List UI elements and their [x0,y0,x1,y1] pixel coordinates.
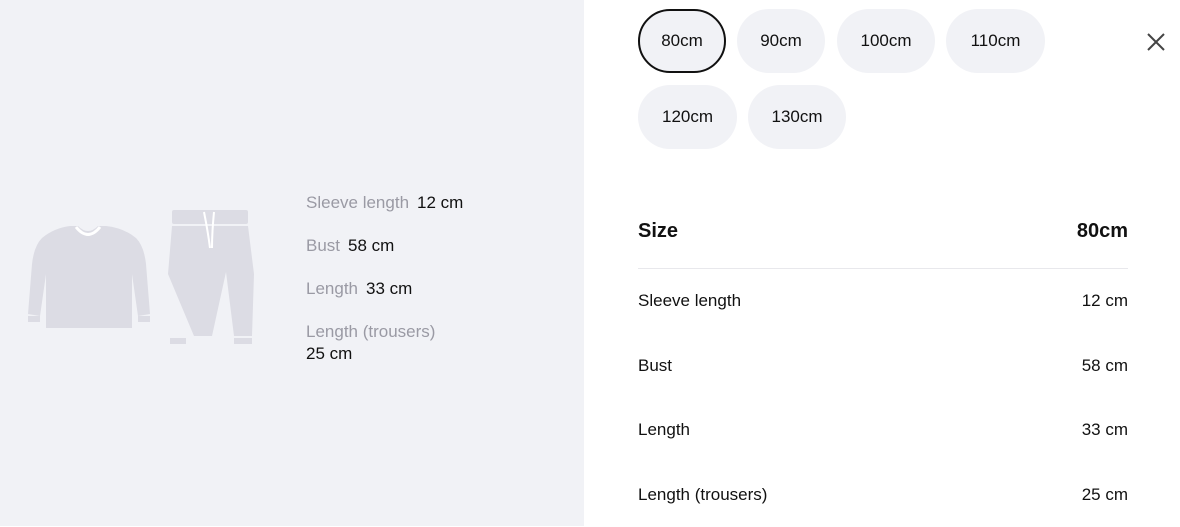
table-row: Bust 58 cm [638,334,1128,399]
size-guide-panel: 80cm 90cm 100cm 110cm 120cm 130cm Size 8… [584,0,1180,526]
spec-label: Length [306,279,358,298]
spec-item-sleeve-length: Sleeve length 12 cm [306,192,463,235]
size-chip-110cm[interactable]: 110cm [946,9,1045,73]
trousers-icon [168,210,254,344]
spec-item-length-trousers: Length (trousers) 25 cm [306,321,463,364]
size-table: Size 80cm Sleeve length 12 cm Bust 58 cm… [638,208,1128,527]
size-chip-80cm[interactable]: 80cm [638,9,726,73]
sweater-icon [28,226,150,328]
spec-value: 12 cm [417,193,463,212]
spec-label: Length (trousers) [306,322,435,341]
garment-illustration [26,204,260,354]
spec-label: Bust [306,236,340,255]
row-value: 33 cm [1082,420,1128,440]
size-table-header: Size 80cm [638,208,1128,269]
illustration-panel: Sleeve length 12 cm Bust 58 cm Length 33 cm… [0,0,584,526]
row-value: 12 cm [1082,291,1128,311]
spec-list: Sleeve length 12 cm Bust 58 cm Length 33 cm… [306,192,463,364]
size-header-value: 80cm [1077,220,1128,243]
size-chip-100cm[interactable]: 100cm [837,9,935,73]
table-row: Sleeve length 12 cm [638,269,1128,334]
size-chip-130cm[interactable]: 130cm [748,85,846,149]
row-value: 58 cm [1082,356,1128,376]
row-value: 25 cm [1082,485,1128,505]
spec-label: Sleeve length [306,193,409,212]
row-label: Bust [638,356,672,376]
size-chip-120cm[interactable]: 120cm [638,85,737,149]
spec-item-length: Length 33 cm [306,278,463,321]
row-label: Sleeve length [638,291,741,311]
table-row: Length (trousers) 25 cm [638,463,1128,527]
row-label: Length [638,420,690,440]
row-label: Length (trousers) [638,485,767,505]
table-row: Length 33 cm [638,398,1128,463]
close-icon[interactable] [1144,30,1168,54]
spec-item-bust: Bust 58 cm [306,235,463,278]
size-header-label: Size [638,220,678,243]
spec-value: 33 cm [366,279,412,298]
size-chip-90cm[interactable]: 90cm [737,9,825,73]
spec-value: 58 cm [348,236,394,255]
spec-value: 25 cm [306,343,463,365]
